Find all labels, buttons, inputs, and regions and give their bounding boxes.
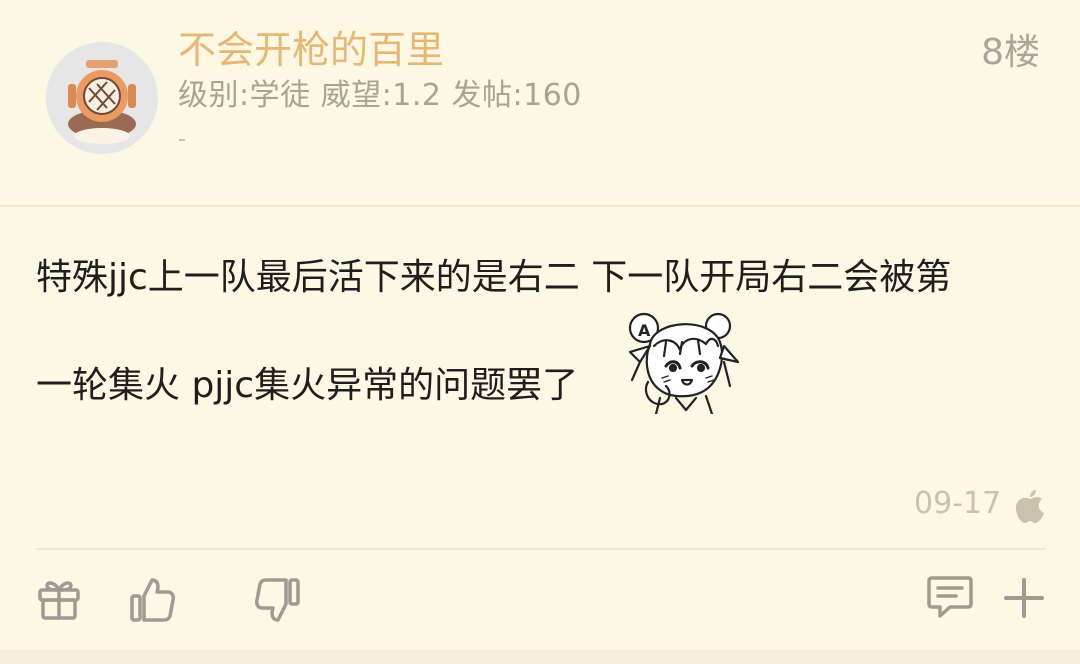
- thumbs-up-icon: [130, 578, 175, 622]
- avatar[interactable]: [46, 42, 158, 154]
- comment-button[interactable]: [926, 574, 974, 622]
- plus-icon: [1004, 578, 1044, 618]
- dislike-button[interactable]: [254, 576, 302, 624]
- floor-number: 8楼: [981, 32, 1040, 73]
- gift-button[interactable]: [36, 574, 84, 622]
- svg-text:A: A: [638, 321, 651, 340]
- post-card: 不会开枪的百里 级别:学徒 威望:1.2 发帖:160 - 8楼 特殊jjc上一…: [0, 0, 1080, 664]
- like-button[interactable]: [128, 576, 176, 624]
- header-divider: [0, 205, 1080, 207]
- post-content-line: 一轮集火 pjjc集火异常的问题罢了: [36, 365, 579, 406]
- more-button[interactable]: [1000, 574, 1048, 622]
- gift-icon: [38, 581, 80, 620]
- comment-icon: [927, 576, 973, 618]
- thumbs-down-icon: [255, 578, 300, 622]
- next-post-edge: [0, 650, 1080, 664]
- post-content-line: 特殊jjc上一队最后活下来的是右二 下一队开局右二会被第: [36, 257, 952, 298]
- cartoon-girl-sticker: A: [628, 312, 740, 414]
- user-signature: -: [178, 127, 186, 152]
- user-stats: 级别:学徒 威望:1.2 发帖:160: [178, 78, 582, 113]
- post-time: 09-17: [914, 486, 1002, 521]
- footer-divider: [36, 548, 1046, 550]
- username[interactable]: 不会开枪的百里: [178, 26, 444, 74]
- diver-helmet-icon: [46, 42, 158, 154]
- apple-icon: [1016, 490, 1044, 523]
